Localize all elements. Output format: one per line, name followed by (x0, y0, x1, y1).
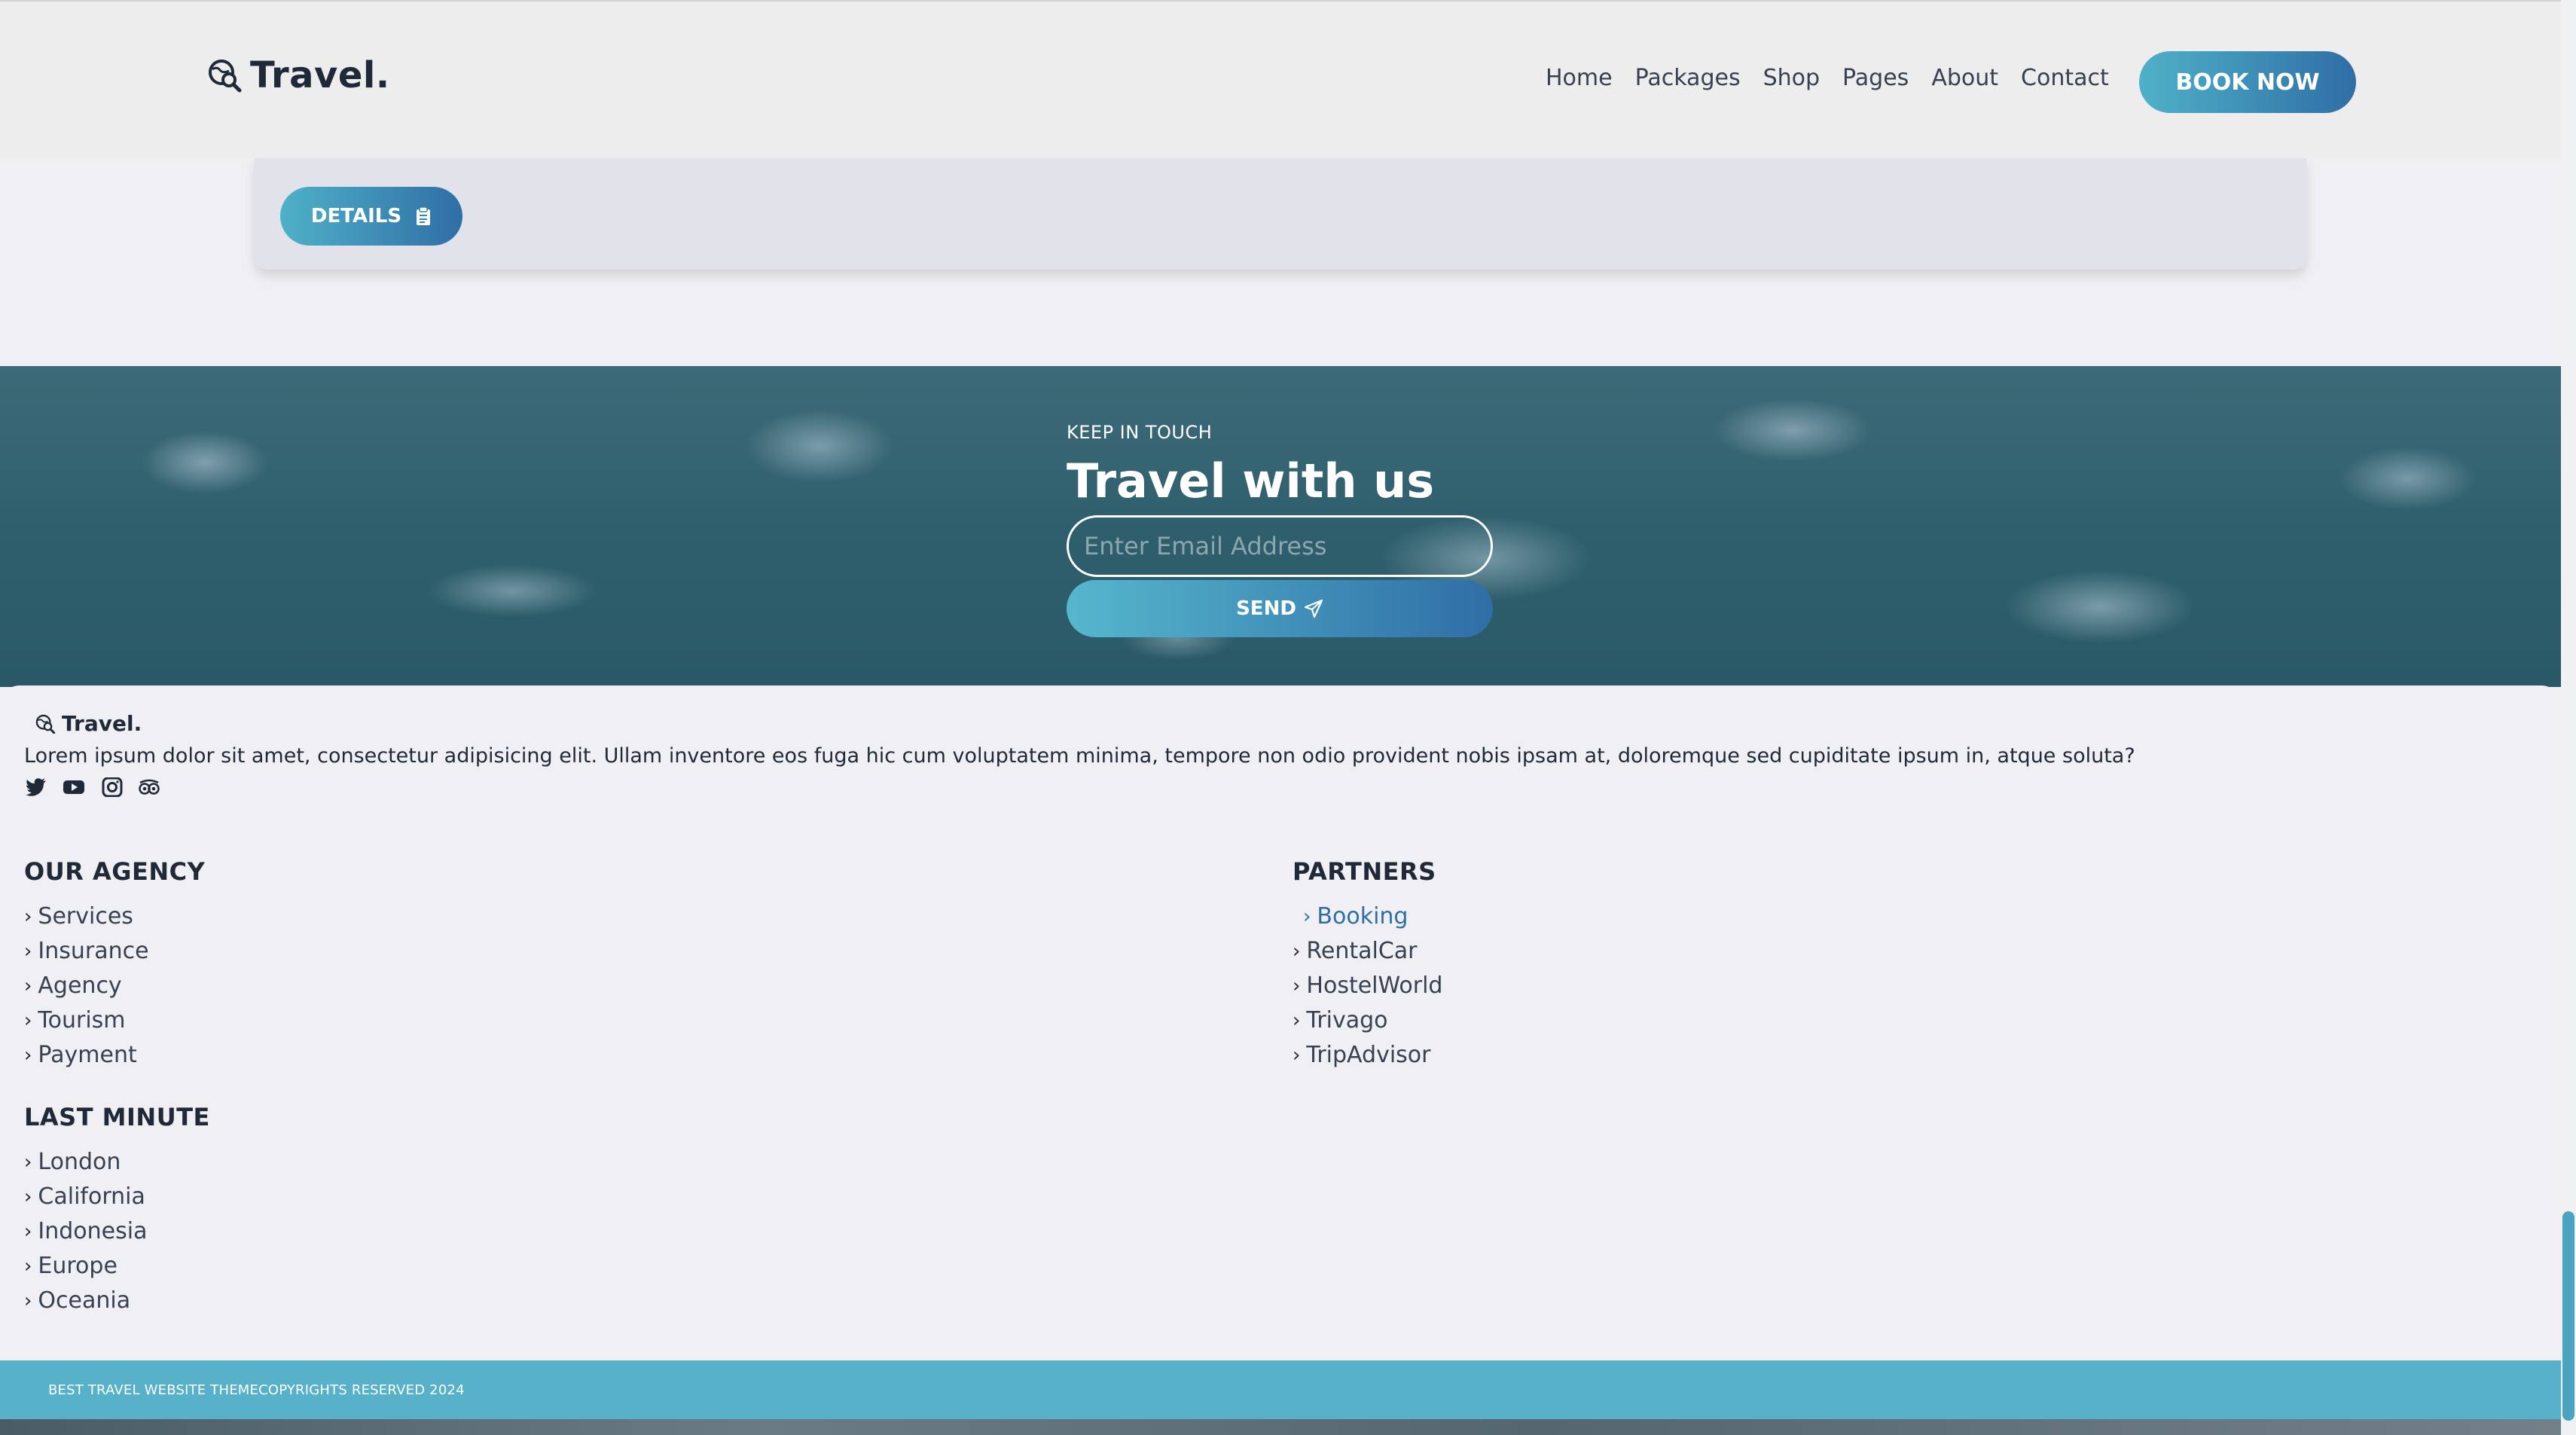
footer-link-tripadvisor[interactable]: › TripAdvisor (1293, 1038, 1442, 1073)
footer-link-label: Agency (38, 972, 122, 999)
footer-link-label: Insurance (38, 938, 149, 964)
site-header: Travel. Home Packages Shop Pages About C… (0, 0, 2561, 158)
chevron-right-icon: › (24, 1255, 32, 1278)
book-now-button[interactable]: BOOK NOW (2139, 51, 2356, 113)
chevron-right-icon: › (1293, 1044, 1301, 1067)
footer-link-label: Services (38, 903, 133, 930)
footer-link-services[interactable]: › Services (24, 899, 205, 934)
footer-link-tourism[interactable]: › Tourism (24, 1003, 205, 1038)
footer-link-label: Europe (38, 1253, 118, 1279)
footer-link-london[interactable]: › London (24, 1145, 210, 1180)
footer-logo[interactable]: Travel. (35, 711, 142, 736)
details-button[interactable]: DETAILS (280, 187, 462, 246)
nav-shop[interactable]: Shop (1763, 65, 1820, 91)
chevron-right-icon: › (1293, 1009, 1301, 1032)
chevron-right-icon: › (24, 940, 32, 963)
chevron-right-icon: › (24, 1220, 32, 1243)
chevron-right-icon: › (24, 1186, 32, 1208)
copyright-bar: BEST TRAVEL WEBSITE THEMECOPYRIGHTS RESE… (0, 1360, 2561, 1419)
footer-link-payment[interactable]: › Payment (24, 1038, 205, 1073)
twitter-link[interactable] (24, 776, 48, 798)
instagram-link[interactable] (99, 776, 124, 798)
newsletter-eyebrow: KEEP IN TOUCH (1067, 422, 1213, 443)
youtube-icon (63, 780, 84, 794)
footer-link-label: HostelWorld (1306, 972, 1443, 999)
newsletter-title: Travel with us (1067, 453, 1435, 508)
footer-link-label: Payment (38, 1042, 137, 1068)
our-agency-title: OUR AGENCY (24, 857, 206, 886)
globe-search-icon (209, 60, 242, 93)
site-footer: Travel. Lorem ipsum dolor sit amet, cons… (0, 685, 2561, 1362)
page: Travel. Home Packages Shop Pages About C… (0, 0, 2576, 1435)
last-minute-list: › London › California › Indonesia › Europe ›… (24, 1145, 210, 1318)
footer-link-label: Indonesia (38, 1218, 148, 1244)
footer-description: Lorem ipsum dolor sit amet, consectetur … (24, 744, 2135, 768)
nav-home[interactable]: Home (1546, 65, 1613, 91)
globe-search-icon (35, 714, 56, 734)
footer-link-label: Tourism (38, 1007, 126, 1034)
social-links (24, 776, 161, 798)
partners-title: PARTNERS (1293, 857, 1436, 886)
logo-text: Travel. (250, 54, 390, 96)
chevron-right-icon: › (24, 1290, 32, 1312)
details-label: DETAILS (310, 205, 402, 227)
chevron-right-icon: › (1293, 975, 1301, 997)
youtube-link[interactable] (62, 776, 86, 798)
nav-packages[interactable]: Packages (1635, 65, 1741, 91)
footer-link-europe[interactable]: › Europe (24, 1249, 210, 1284)
chevron-right-icon: › (24, 1044, 32, 1067)
main-nav: Home Packages Shop Pages About Contact (1546, 65, 2109, 91)
partners-column: PARTNERS › Booking › RentalCar › HostelWorl… (1293, 857, 1442, 1073)
twitter-icon (26, 778, 46, 796)
footer-link-label: RentalCar (1306, 938, 1418, 964)
footer-link-label: TripAdvisor (1306, 1042, 1431, 1068)
send-label: SEND (1236, 597, 1296, 620)
instagram-icon (102, 777, 123, 797)
footer-link-agency[interactable]: › Agency (24, 969, 205, 1003)
copyright-text: BEST TRAVEL WEBSITE THEMECOPYRIGHTS RESE… (48, 1382, 465, 1398)
chevron-right-icon: › (24, 975, 32, 997)
footer-link-indonesia[interactable]: › Indonesia (24, 1214, 210, 1249)
paper-plane-icon (1304, 599, 1323, 618)
chevron-right-icon: › (24, 1151, 32, 1174)
nav-pages[interactable]: Pages (1842, 65, 1909, 91)
nav-about[interactable]: About (1931, 65, 1998, 91)
nav-contact[interactable]: Contact (2021, 65, 2109, 91)
footer-link-label: Oceania (38, 1287, 131, 1314)
footer-link-label: California (38, 1183, 145, 1210)
footer-link-label: London (38, 1149, 121, 1175)
footer-link-label: Booking (1317, 903, 1409, 930)
footer-link-label: Trivago (1306, 1007, 1388, 1034)
footer-link-trivago[interactable]: › Trivago (1293, 1003, 1442, 1038)
scrollbar-thumb[interactable] (2562, 1211, 2574, 1421)
background-image-strip (0, 1419, 2561, 1435)
footer-link-oceania[interactable]: › Oceania (24, 1284, 210, 1318)
email-input[interactable] (1067, 515, 1493, 577)
partners-list: › Booking › RentalCar › HostelWorld › Trivag… (1293, 899, 1442, 1073)
logo[interactable]: Travel. (206, 54, 390, 96)
footer-link-california[interactable]: › California (24, 1180, 210, 1214)
footer-link-rentalcar[interactable]: › RentalCar (1293, 934, 1442, 969)
clipboard-icon (417, 206, 431, 225)
tripadvisor-link[interactable] (137, 776, 161, 798)
chevron-right-icon: › (24, 905, 32, 928)
newsletter-section: KEEP IN TOUCH Travel with us SEND (0, 366, 2561, 687)
footer-link-hostelworld[interactable]: › HostelWorld (1293, 969, 1442, 1003)
footer-logo-text: Travel. (62, 711, 142, 736)
footer-link-booking[interactable]: › Booking (1293, 899, 1442, 934)
chevron-right-icon: › (24, 1009, 32, 1032)
our-agency-list: › Services › Insurance › Agency › Tourism › P… (24, 899, 205, 1073)
chevron-right-icon: › (1293, 940, 1301, 963)
last-minute-title: LAST MINUTE (24, 1103, 210, 1131)
send-button[interactable]: SEND (1067, 580, 1493, 637)
chevron-right-icon: › (1303, 905, 1311, 928)
footer-link-insurance[interactable]: › Insurance (24, 934, 205, 969)
package-card: DETAILS (255, 158, 2306, 270)
our-agency-column: OUR AGENCY › Services › Insurance › Agency … (24, 857, 205, 1073)
last-minute-column: LAST MINUTE › London › California › Indones… (24, 1103, 210, 1318)
tripadvisor-icon (139, 779, 160, 795)
